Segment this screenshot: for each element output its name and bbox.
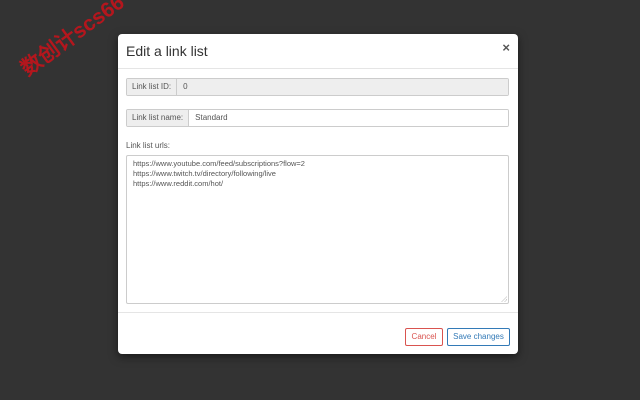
url-line: https://www.youtube.com/feed/subscriptio… (133, 159, 502, 169)
link-list-urls-label: Link list urls: (126, 141, 170, 150)
link-list-id-group: Link list ID: 0 (126, 78, 509, 96)
link-list-name-group: Link list name: Standard (126, 109, 509, 127)
close-icon[interactable]: × (502, 40, 510, 56)
edit-link-list-dialog: Edit a link list × Link list ID: 0 Link … (118, 34, 518, 354)
link-list-urls-textarea[interactable]: https://www.youtube.com/feed/subscriptio… (126, 155, 509, 304)
link-list-name-input[interactable]: Standard (189, 110, 508, 126)
link-list-name-label: Link list name: (127, 110, 189, 126)
url-line: https://www.twitch.tv/directory/followin… (133, 169, 502, 179)
modal-footer: Cancel Save changes (118, 312, 518, 354)
link-list-id-label: Link list ID: (127, 79, 177, 95)
resize-handle-icon[interactable] (501, 296, 507, 302)
url-line: https://www.reddit.com/hot/ (133, 179, 502, 189)
link-list-id-field: 0 (177, 79, 508, 95)
cancel-button[interactable]: Cancel (405, 328, 443, 346)
save-changes-button[interactable]: Save changes (447, 328, 510, 346)
modal-header: Edit a link list × (118, 34, 518, 69)
modal-title: Edit a link list (126, 42, 208, 60)
